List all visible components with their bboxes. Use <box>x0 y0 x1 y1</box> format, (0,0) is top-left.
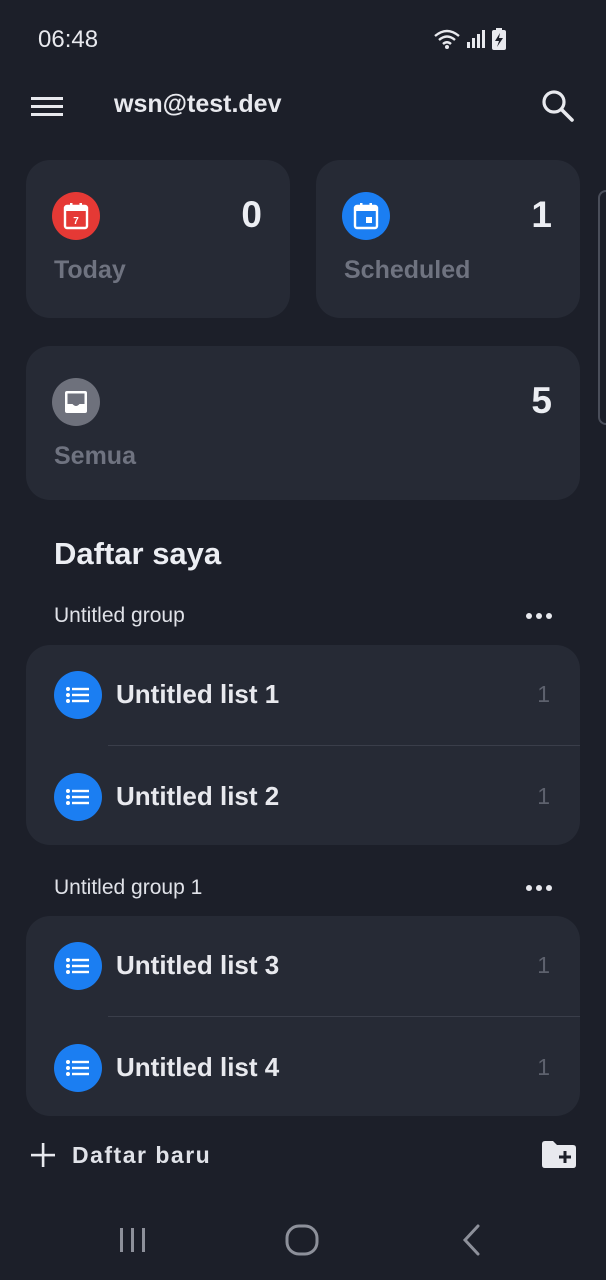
all-tasks-count: 5 <box>531 380 552 421</box>
today-icon: 7 <box>52 192 100 240</box>
today-label: Today <box>54 256 126 284</box>
list-name: Untitled list 1 <box>116 679 280 709</box>
today-card[interactable]: 7 0 Today <box>26 160 290 318</box>
divider <box>108 745 580 746</box>
wifi-icon <box>434 29 460 49</box>
group-more-button[interactable] <box>524 878 554 898</box>
new-group-button[interactable] <box>540 1138 578 1170</box>
back-button[interactable] <box>458 1220 486 1265</box>
home-button[interactable] <box>284 1220 320 1265</box>
group-list-card: Untitled list 3 1 Untitled list 4 1 <box>26 916 580 1116</box>
status-time: 06:48 <box>38 26 99 53</box>
battery-charging-icon <box>492 28 506 50</box>
calendar-event-icon <box>353 203 379 230</box>
edge-panel-handle[interactable] <box>598 190 606 425</box>
all-tasks-card[interactable]: 5 Semua <box>26 346 580 500</box>
menu-button[interactable] <box>30 92 64 120</box>
inbox-icon <box>65 391 87 413</box>
back-icon <box>462 1224 480 1256</box>
new-list-button[interactable]: Daftar baru <box>30 1138 211 1172</box>
signal-icon <box>467 30 485 48</box>
calendar-day-icon: 7 <box>63 203 89 230</box>
status-bar: 06:48 <box>0 0 606 80</box>
list-item[interactable]: Untitled list 2 1 <box>26 747 580 847</box>
list-count: 1 <box>537 952 550 978</box>
status-icons <box>434 28 506 50</box>
all-tasks-label: Semua <box>54 442 136 470</box>
new-list-label: Daftar baru <box>72 1141 212 1168</box>
all-tasks-icon <box>52 378 100 426</box>
list-bullets-icon <box>66 687 89 703</box>
list-bullets-icon <box>66 1060 89 1076</box>
list-item[interactable]: Untitled list 3 1 <box>26 916 580 1017</box>
search-button[interactable] <box>540 88 576 124</box>
today-count: 0 <box>241 194 262 235</box>
group-header: Untitled group <box>54 602 554 632</box>
list-bullets-icon <box>66 958 89 974</box>
list-name: Untitled list 4 <box>116 1052 280 1082</box>
more-horizontal-icon <box>526 613 552 619</box>
section-title: Daftar saya <box>54 536 222 571</box>
scheduled-icon <box>342 192 390 240</box>
list-icon <box>54 1044 102 1092</box>
group-header: Untitled group 1 <box>54 874 554 904</box>
group-list-card: Untitled list 1 1 Untitled list 2 1 <box>26 645 580 845</box>
recent-apps-icon <box>120 1228 145 1252</box>
list-count: 1 <box>537 681 550 707</box>
scheduled-label: Scheduled <box>344 256 471 284</box>
system-navigation-bar <box>0 1200 606 1280</box>
app-bar: wsn@test.dev <box>0 80 606 130</box>
calendar-day-number: 7 <box>73 216 79 227</box>
list-icon <box>54 942 102 990</box>
scheduled-card[interactable]: 1 Scheduled <box>316 160 580 318</box>
scheduled-count: 1 <box>531 194 552 235</box>
plus-icon <box>31 1143 55 1167</box>
divider <box>108 1016 580 1017</box>
group-name: Untitled group <box>54 604 185 627</box>
list-name: Untitled list 2 <box>116 781 280 811</box>
bottom-action-bar: Daftar baru <box>0 1130 606 1180</box>
account-email[interactable]: wsn@test.dev <box>114 90 281 119</box>
home-icon <box>285 1224 319 1256</box>
list-count: 1 <box>537 1054 550 1080</box>
list-bullets-icon <box>66 789 89 805</box>
list-item[interactable]: Untitled list 1 1 <box>26 645 580 746</box>
list-item[interactable]: Untitled list 4 1 <box>26 1018 580 1118</box>
list-count: 1 <box>537 783 550 809</box>
group-more-button[interactable] <box>524 606 554 626</box>
hamburger-menu-icon <box>31 97 63 116</box>
list-name: Untitled list 3 <box>116 950 280 980</box>
more-horizontal-icon <box>526 885 552 891</box>
group-name: Untitled group 1 <box>54 876 203 899</box>
search-icon <box>542 90 574 122</box>
list-icon <box>54 773 102 821</box>
folder-add-icon <box>542 1141 576 1168</box>
list-icon <box>54 671 102 719</box>
recent-apps-button[interactable] <box>118 1220 148 1265</box>
